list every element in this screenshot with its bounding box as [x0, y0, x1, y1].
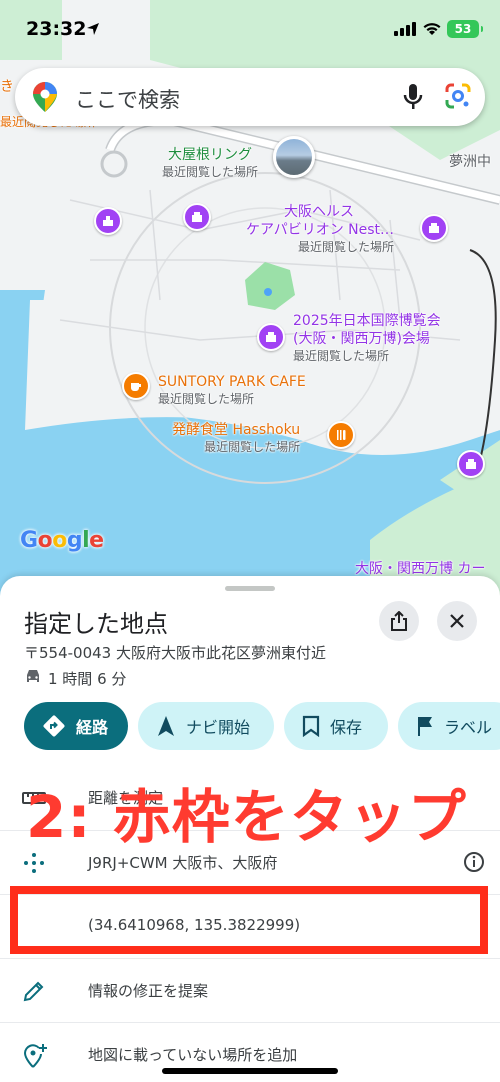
- start-navigation-button[interactable]: ナビ開始: [138, 702, 274, 750]
- suggest-edit-label: 情報の修正を提案: [88, 982, 209, 1000]
- poi-expo-venue-label[interactable]: 2025年日本国際博覧会 (大阪・関西万博)会場 最近閲覧した場所: [293, 312, 441, 364]
- instruction-annotation: 2: 赤枠をタップ: [26, 783, 467, 851]
- directions-icon: [43, 715, 65, 737]
- map-edge-label: き: [0, 79, 14, 95]
- navigation-arrow-icon: [158, 716, 174, 736]
- suggest-edit-row[interactable]: 情報の修正を提案: [0, 958, 500, 1022]
- poi-hasshoku-label[interactable]: 発酵食堂 Hasshoku 最近閲覧した場所: [172, 421, 300, 455]
- pavilion-pin-icon[interactable]: [457, 450, 485, 478]
- share-button[interactable]: [379, 601, 419, 641]
- place-title: 指定した地点: [24, 610, 168, 638]
- plus-code-label: J9RJ+CWM 大阪市、大阪府: [88, 854, 278, 872]
- google-logo: Google: [20, 528, 104, 553]
- pavilion-pin-icon[interactable]: [94, 207, 122, 235]
- poi-health-pavilion-label[interactable]: 大阪ヘルス ケアパビリオン Nest… 最近閲覧した場所: [246, 203, 394, 255]
- highlight-frame: [10, 886, 488, 954]
- close-icon: [450, 614, 464, 628]
- share-icon: [391, 611, 407, 631]
- poi-oyane-ring-label[interactable]: 大屋根リング 最近閲覧した場所: [162, 146, 258, 180]
- pencil-icon: [23, 981, 44, 1002]
- add-place-icon: [23, 1044, 47, 1068]
- restaurant-pin-icon[interactable]: [327, 421, 355, 449]
- pavilion-pin-icon[interactable]: [257, 323, 285, 351]
- google-maps-pin-icon: [33, 82, 57, 112]
- pavilion-pin-icon[interactable]: [183, 203, 211, 231]
- bookmark-icon: [302, 715, 320, 737]
- directions-button[interactable]: 経路: [24, 702, 128, 750]
- plus-code-icon: [24, 853, 44, 873]
- save-button[interactable]: 保存: [284, 702, 388, 750]
- search-bar[interactable]: ここで検索: [15, 68, 485, 126]
- status-time: 23:32: [26, 18, 87, 40]
- sheet-drag-handle[interactable]: [225, 586, 275, 591]
- close-button[interactable]: [437, 601, 477, 641]
- pavilion-pin-icon[interactable]: [420, 214, 448, 242]
- drive-time: 1 時間 6 分: [48, 670, 127, 688]
- label-flag-icon: [418, 717, 432, 736]
- info-icon[interactable]: [463, 851, 485, 873]
- label-button[interactable]: ラベル: [398, 702, 500, 750]
- battery-icon: 53: [447, 20, 483, 38]
- car-icon: [27, 670, 39, 682]
- google-lens-icon[interactable]: [445, 83, 471, 109]
- home-indicator[interactable]: [162, 1068, 338, 1074]
- status-bar: 23:32 53: [0, 0, 500, 58]
- poi-photo-pin[interactable]: [273, 136, 315, 178]
- action-chips: 経路 ナビ開始 保存 ラベル: [24, 702, 500, 750]
- wifi-icon: [423, 23, 441, 35]
- search-input[interactable]: ここで検索: [75, 84, 180, 114]
- cafe-pin-icon[interactable]: [122, 372, 150, 400]
- add-missing-place-label: 地図に載っていない場所を追加: [88, 1046, 298, 1064]
- microphone-icon[interactable]: [403, 83, 423, 111]
- location-arrow-icon: [87, 23, 99, 35]
- cellular-signal-icon: [394, 22, 416, 36]
- place-address: 〒554-0043 大阪府大阪市此花区夢洲東付近: [24, 644, 326, 662]
- poi-suntory-cafe-label[interactable]: SUNTORY PARK CAFE 最近閲覧した場所: [158, 373, 306, 407]
- map-edge-label: 夢洲中: [449, 154, 491, 170]
